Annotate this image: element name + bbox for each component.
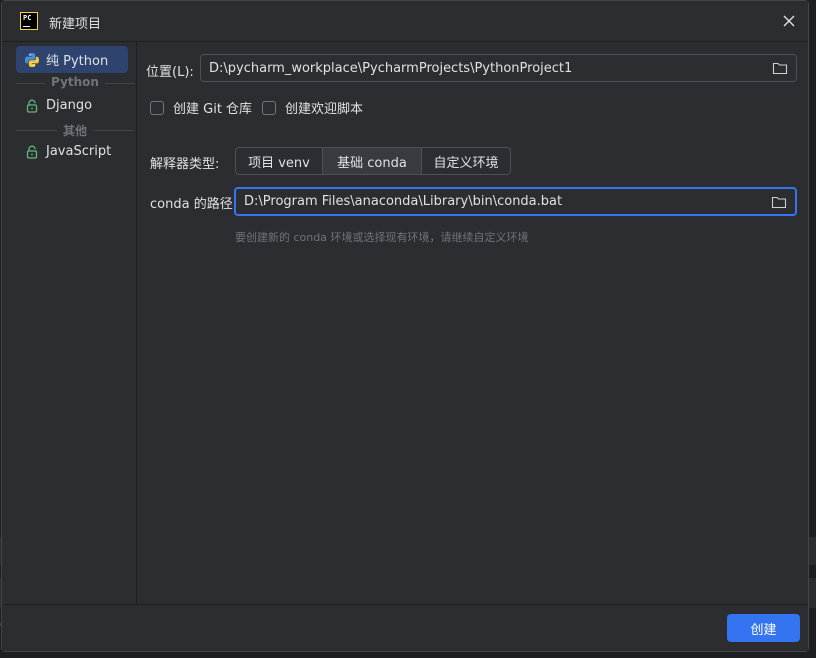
sidebar-item-pure-python[interactable]: 纯 Python xyxy=(16,46,128,73)
pycharm-app-icon: PC xyxy=(20,12,38,30)
sidebar-item-label: Django xyxy=(46,98,93,113)
sidebar-item-javascript[interactable]: JavaScript xyxy=(16,138,128,165)
sidebar-group-python: Python xyxy=(16,75,134,89)
sidebar-item-django[interactable]: Django xyxy=(16,92,128,119)
checkbox-box[interactable] xyxy=(150,100,164,115)
new-project-dialog: PC 新建项目 纯 Python Python Django 其他 JavaSc… xyxy=(1,0,809,652)
dialog-footer: 创建 xyxy=(2,604,808,651)
interpreter-type-selector: 项目 venv 基础 conda 自定义环境 xyxy=(235,147,511,175)
title-bar: PC 新建项目 xyxy=(2,1,808,42)
project-type-sidebar: 纯 Python Python Django 其他 JavaScript xyxy=(2,42,137,605)
folder-icon[interactable] xyxy=(772,61,788,75)
lock-icon xyxy=(24,144,40,160)
conda-hint-text: 要创建新的 conda 环境或选择现有环境，请继续自定义环境 xyxy=(235,231,529,244)
sidebar-group-label: Python xyxy=(45,75,105,89)
sidebar-item-label: 纯 Python xyxy=(46,54,109,69)
python-icon xyxy=(24,52,40,68)
location-label: 位置(L): xyxy=(146,65,194,80)
conda-path-field[interactable]: D:\Program Files\anaconda\Library\bin\co… xyxy=(234,187,797,216)
lock-icon xyxy=(24,98,40,114)
conda-path-input[interactable]: D:\Program Files\anaconda\Library\bin\co… xyxy=(236,194,771,209)
project-settings-panel: 位置(L): D:\pycharm_workplace\PycharmProje… xyxy=(137,42,808,605)
dialog-title: 新建项目 xyxy=(49,17,102,32)
create-welcome-label: 创建欢迎脚本 xyxy=(285,102,364,117)
close-button[interactable] xyxy=(779,11,799,31)
create-button[interactable]: 创建 xyxy=(727,614,800,642)
sidebar-item-label: JavaScript xyxy=(46,144,112,159)
conda-path-label: conda 的路径: xyxy=(150,197,238,212)
folder-icon[interactable] xyxy=(771,195,787,209)
create-welcome-script-checkbox[interactable]: 创建欢迎脚本 xyxy=(262,98,363,117)
sidebar-group-other: 其他 xyxy=(16,122,134,139)
sidebar-group-label: 其他 xyxy=(56,124,93,138)
interpreter-option-base-conda[interactable]: 基础 conda xyxy=(323,148,422,174)
app-icon-text: PC xyxy=(23,14,32,22)
close-icon[interactable] xyxy=(779,11,799,31)
interpreter-option-project-venv[interactable]: 项目 venv xyxy=(236,148,323,174)
location-input[interactable]: D:\pycharm_workplace\PycharmProjects\Pyt… xyxy=(201,61,772,76)
interpreter-type-label: 解释器类型: xyxy=(150,157,220,172)
create-git-checkbox[interactable]: 创建 Git 仓库 xyxy=(150,98,252,117)
checkbox-box[interactable] xyxy=(262,100,276,115)
create-git-label: 创建 Git 仓库 xyxy=(173,102,253,117)
interpreter-option-custom-env[interactable]: 自定义环境 xyxy=(422,148,510,174)
location-field[interactable]: D:\pycharm_workplace\PycharmProjects\Pyt… xyxy=(200,54,797,82)
